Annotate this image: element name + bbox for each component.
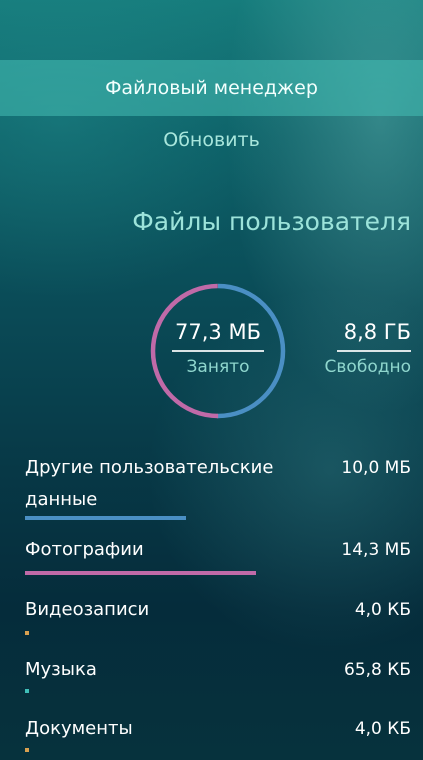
category-size: 10,0 МБ [341, 458, 411, 478]
category-usage-bar [25, 631, 29, 635]
category-usage-bar [25, 516, 186, 520]
used-space-divider [172, 350, 264, 352]
category-label: Фотографии [25, 539, 144, 560]
category-label: Видеозаписи [25, 599, 150, 620]
category-usage-bar [25, 571, 256, 575]
menu-item-file-manager[interactable]: Файловый менеджер [0, 60, 423, 116]
category-label: Музыка [25, 659, 97, 680]
used-space-value: 77,3 МБ [175, 320, 261, 344]
free-space-label: Свободно [324, 357, 411, 377]
category-size: 65,8 КБ [344, 660, 411, 680]
free-space-value: 8,8 ГБ [343, 320, 411, 344]
free-space-divider [337, 350, 411, 352]
category-size: 14,3 МБ [341, 540, 411, 560]
category-size: 4,0 КБ [354, 719, 411, 739]
page-title: Файлы пользователя [132, 207, 411, 236]
category-size: 4,0 КБ [354, 600, 411, 620]
category-label: Документы [25, 718, 133, 739]
category-usage-bar [25, 689, 29, 693]
menu-item-refresh[interactable]: Обновить [0, 118, 423, 162]
used-space-label: Занято [186, 357, 250, 377]
category-label: Другие пользовательские данные [25, 457, 274, 510]
category-usage-bar [25, 748, 29, 752]
